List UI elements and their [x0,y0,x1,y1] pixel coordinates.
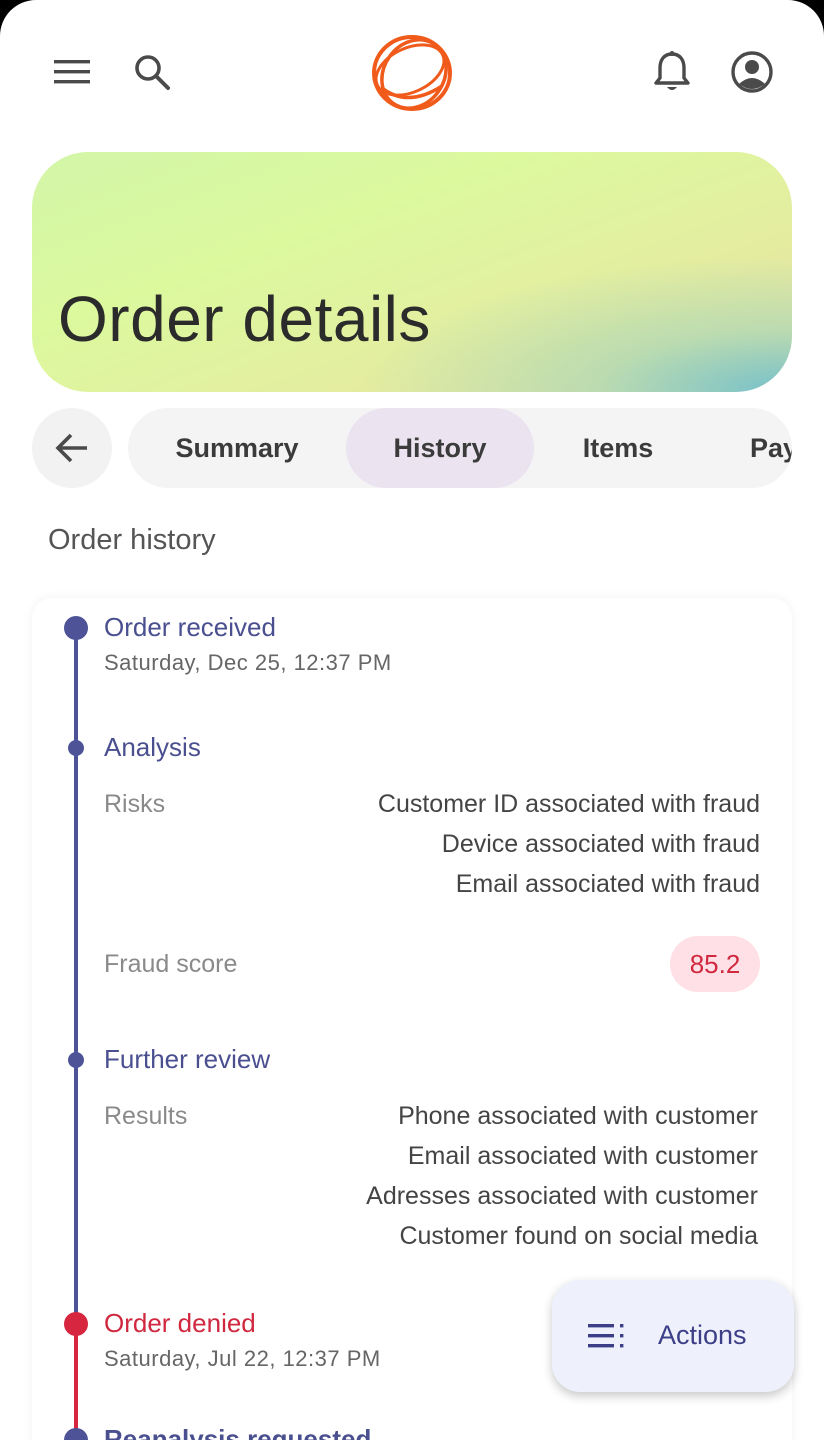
event-title: Reanalysis requested [104,1424,372,1440]
top-app-bar [0,0,824,140]
fraud-score-label: Fraud score [104,950,238,978]
tab-payments[interactable]: Pay [702,408,792,488]
risk-item: Customer ID associated with fraud [377,790,760,818]
event-title: Analysis [104,732,201,762]
orbit-logo-icon [372,35,452,111]
results-label: Results [104,1102,188,1130]
result-item: Customer found on social media [399,1222,758,1250]
search-icon [135,55,170,90]
result-item: Adresses associated with customer [366,1182,758,1210]
timeline-dot-denied [64,1312,88,1336]
event-date: Saturday, Dec 25, 12:37 PM [104,650,392,675]
tab-summary[interactable]: Summary [144,408,330,488]
event-title: Order received [104,612,276,642]
timeline-dot [68,740,84,756]
risks-label: Risks [104,790,166,818]
section-title: Order history [48,524,216,556]
menu-button[interactable] [48,48,96,96]
timeline-line [74,628,78,1324]
menu-icon [54,60,90,84]
timeline-dot [68,1052,84,1068]
timeline-line-denied [74,1324,78,1440]
arrow-left-icon [55,433,87,463]
tab-items[interactable]: Items [534,408,702,488]
hero-banner: Order details [32,152,792,392]
tab-bar: Summary History Items Pay [128,408,792,488]
result-item: Email associated with customer [407,1142,758,1170]
account-button[interactable] [728,48,776,96]
risk-item: Device associated with fraud [441,830,760,858]
result-item: Phone associated with customer [398,1102,758,1130]
event-title: Order denied [104,1308,256,1338]
tab-history[interactable]: History [346,408,534,488]
app-screen: Order details Summary History Items Pay … [0,0,824,1440]
account-circle-icon [731,51,773,93]
search-button[interactable] [128,48,176,96]
back-button[interactable] [32,408,112,488]
actions-label: Actions [658,1320,747,1350]
page-title: Order details [58,283,431,355]
risk-item: Email associated with fraud [455,870,760,898]
bell-icon [654,51,690,90]
actions-fab[interactable]: Actions [552,1280,794,1392]
timeline-dot [64,616,88,640]
notifications-button[interactable] [648,48,696,96]
event-date: Saturday, Jul 22, 12:37 PM [104,1346,381,1371]
fraud-score-badge: 85.2 [670,936,760,992]
event-title: Further review [104,1044,271,1074]
list-actions-icon [588,1324,624,1348]
brand-logo[interactable] [368,30,456,116]
